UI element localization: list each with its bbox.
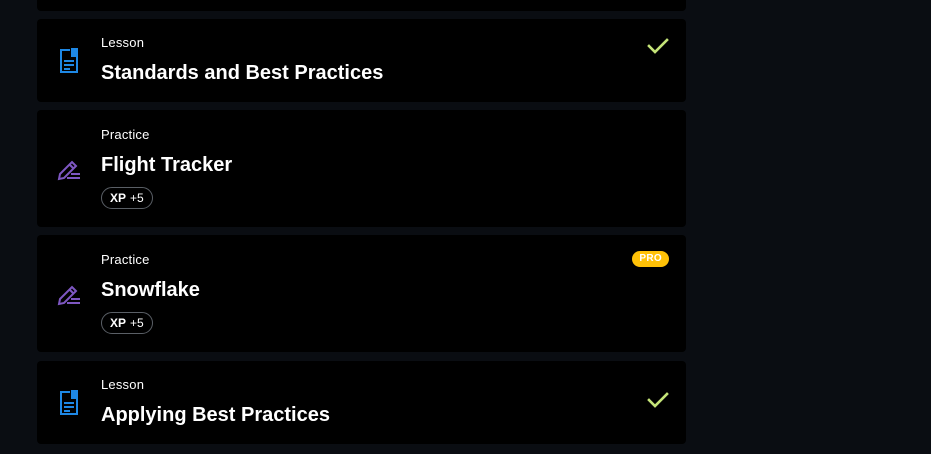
practice-card-flight-tracker[interactable]: Practice Flight Tracker XP +5 (37, 110, 686, 227)
lesson-doc-icon (55, 47, 83, 75)
item-kind-label: Practice (101, 252, 150, 267)
lesson-doc-icon (55, 389, 83, 417)
item-title: Applying Best Practices (101, 404, 330, 426)
xp-value: +5 (130, 191, 144, 205)
practice-pencil-icon (55, 156, 83, 184)
pro-badge: PRO (632, 251, 669, 267)
item-kind-label: Lesson (101, 377, 145, 392)
item-title: Snowflake (101, 279, 200, 301)
xp-label: XP (110, 316, 127, 330)
practice-card-snowflake[interactable]: Practice Snowflake PRO XP +5 (37, 235, 686, 352)
xp-label: XP (110, 191, 127, 205)
lesson-card-applying[interactable]: Lesson Applying Best Practices (37, 361, 686, 444)
lesson-card-partial[interactable] (37, 0, 686, 11)
lesson-card-standards[interactable]: Lesson Standards and Best Practices (37, 19, 686, 102)
xp-value: +5 (130, 316, 144, 330)
xp-badge: XP +5 (101, 187, 153, 209)
item-kind-label: Practice (101, 127, 150, 142)
item-title: Standards and Best Practices (101, 62, 384, 84)
item-kind-label: Lesson (101, 35, 145, 50)
completed-check-icon (647, 38, 669, 54)
completed-check-icon (647, 392, 669, 408)
practice-pencil-icon (55, 281, 83, 309)
item-title: Flight Tracker (101, 154, 233, 176)
xp-badge: XP +5 (101, 312, 153, 334)
